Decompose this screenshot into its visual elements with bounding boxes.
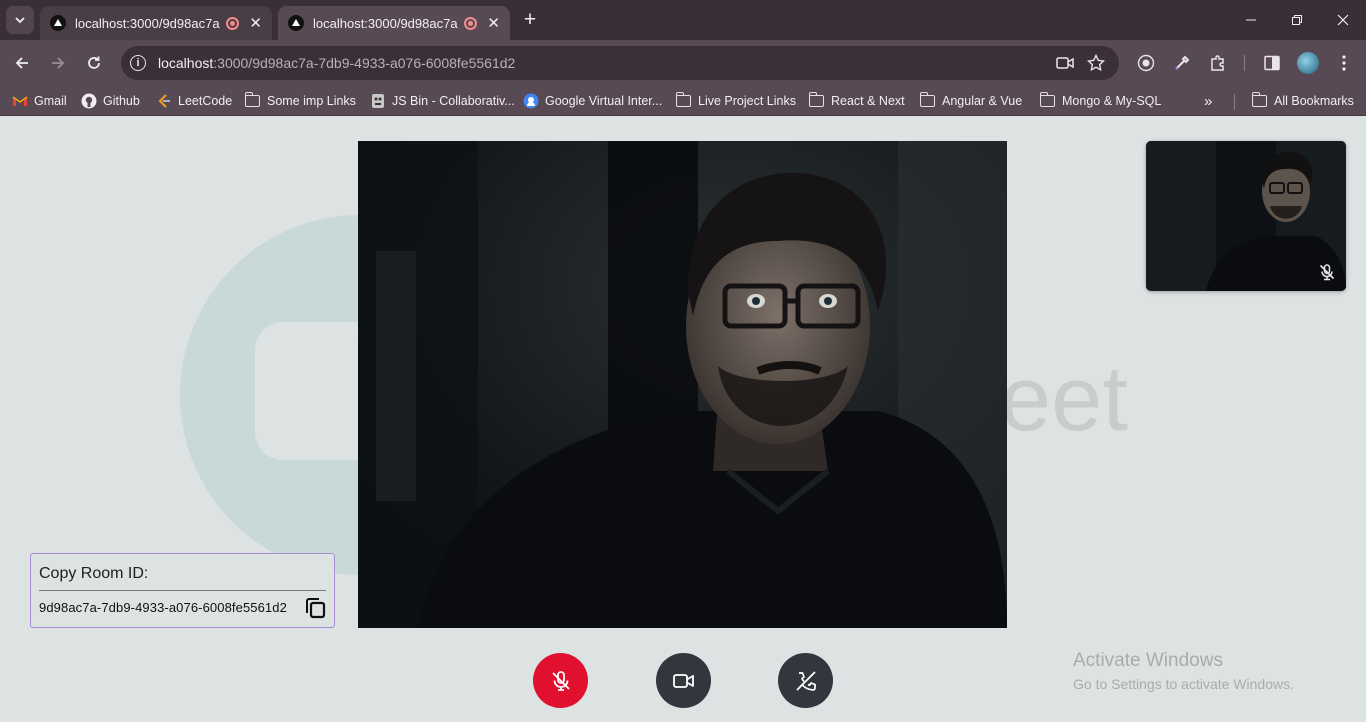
copy-icon[interactable] xyxy=(303,596,327,620)
bookmark-folder-live-project-links[interactable]: Live Project Links xyxy=(675,91,796,111)
bookmark-label: Angular & Vue xyxy=(942,94,1023,108)
new-tab-button[interactable]: + xyxy=(518,8,542,32)
recording-icon xyxy=(464,16,478,30)
bookmarks-bar: Gmail Github LeetCode Some imp Links JS … xyxy=(0,86,1366,116)
close-tab-icon[interactable]: ✕ xyxy=(487,14,500,32)
google-icon xyxy=(523,93,539,109)
camera-in-use-icon[interactable] xyxy=(1055,53,1075,73)
toggle-mic-button[interactable] xyxy=(533,653,588,708)
restore-icon xyxy=(1292,15,1302,25)
watermark-text: eet xyxy=(1000,348,1128,450)
side-panel-icon[interactable] xyxy=(1261,52,1283,74)
address-bar[interactable]: i localhost:3000/9d98ac7a-7db9-4933-a076… xyxy=(121,46,1119,80)
arrow-left-icon xyxy=(15,57,28,69)
tab-strip: localhost:3000/9d98ac7a-7d ✕ localhost:3… xyxy=(0,0,1366,40)
video-camera-icon xyxy=(672,673,694,688)
bookmark-leetcode[interactable]: LeetCode xyxy=(156,91,232,111)
meeting-page: eet Copy Room ID: 9d98ac7a-7db9-4933-a07… xyxy=(0,117,1366,722)
browser-toolbar: i localhost:3000/9d98ac7a-7db9-4933-a076… xyxy=(0,40,1366,86)
bookmark-github[interactable]: Github xyxy=(81,91,140,111)
url-text: localhost:3000/9d98ac7a-7db9-4933-a076-6… xyxy=(158,55,516,71)
browser-tab-2[interactable]: localhost:3000/9d98ac7a-7d ✕ xyxy=(278,6,510,40)
bookmark-label: All Bookmarks xyxy=(1274,94,1354,108)
bookmark-gmail[interactable]: Gmail xyxy=(12,91,67,111)
back-button[interactable] xyxy=(8,49,36,77)
eyedropper-extension-icon[interactable] xyxy=(1171,52,1193,74)
nextjs-favicon-icon xyxy=(288,15,304,31)
folder-icon xyxy=(675,92,691,107)
site-info-icon[interactable]: i xyxy=(130,55,146,71)
mic-off-icon xyxy=(551,670,570,691)
tab-title: localhost:3000/9d98ac7a-7d xyxy=(313,15,458,31)
all-bookmarks-button[interactable]: All Bookmarks xyxy=(1251,91,1354,111)
reload-icon xyxy=(88,56,100,69)
bookmark-label: Mongo & My-SQL xyxy=(1062,94,1162,108)
bookmark-label: React & Next xyxy=(831,94,905,108)
bookmark-folder-react-next[interactable]: React & Next xyxy=(808,91,905,111)
bookmark-label: Gmail xyxy=(34,94,67,108)
tab-title: localhost:3000/9d98ac7a-7d xyxy=(75,15,220,31)
profile-avatar-icon[interactable] xyxy=(1297,52,1319,74)
bookmarks-divider xyxy=(1234,94,1235,110)
folder-icon xyxy=(919,92,935,107)
self-video-thumbnail[interactable] xyxy=(1146,141,1346,291)
browser-tab-1[interactable]: localhost:3000/9d98ac7a-7d ✕ xyxy=(40,6,272,40)
restore-button[interactable] xyxy=(1274,0,1320,40)
chevron-down-icon xyxy=(15,17,25,24)
bookmark-label: Github xyxy=(103,94,140,108)
room-id-value: 9d98ac7a-7db9-4933-a076-6008fe5561d2 xyxy=(39,600,287,615)
phone-off-icon xyxy=(795,670,816,691)
end-call-button[interactable] xyxy=(778,653,833,708)
close-icon xyxy=(1337,14,1349,26)
bookmark-label: Some imp Links xyxy=(267,94,356,108)
main-video-feed xyxy=(358,141,1007,628)
nextjs-favicon-icon xyxy=(50,15,66,31)
recording-icon xyxy=(226,16,240,30)
leetcode-icon xyxy=(158,94,170,108)
github-icon xyxy=(81,93,97,109)
reload-button[interactable] xyxy=(80,49,108,77)
room-id-divider xyxy=(39,590,326,591)
bookmark-jsbin[interactable]: JS Bin - Collaborativ... xyxy=(370,91,515,111)
arrow-right-icon xyxy=(52,57,65,69)
activate-windows-title: Activate Windows xyxy=(1073,650,1223,671)
bookmark-folder-some-imp-links[interactable]: Some imp Links xyxy=(244,91,356,111)
folder-icon xyxy=(1251,92,1267,107)
bookmark-label: LeetCode xyxy=(178,94,233,108)
jsbin-icon xyxy=(372,94,384,108)
extensions-puzzle-icon[interactable] xyxy=(1207,52,1229,74)
room-id-label: Copy Room ID: xyxy=(39,565,149,582)
webcam-person-image xyxy=(358,141,1007,628)
activate-windows-overlay: Activate Windows Go to Settings to activ… xyxy=(1073,650,1294,692)
bookmarks-overflow-chevron-icon[interactable]: » xyxy=(1204,91,1212,111)
gmail-icon xyxy=(12,96,28,106)
folder-icon xyxy=(244,92,260,107)
bookmark-label: Google Virtual Inter... xyxy=(545,94,663,108)
bookmark-label: Live Project Links xyxy=(698,94,796,108)
room-id-panel: Copy Room ID: 9d98ac7a-7db9-4933-a076-60… xyxy=(30,553,335,628)
bookmark-label: JS Bin - Collaborativ... xyxy=(392,94,515,108)
bookmark-folder-angular-vue[interactable]: Angular & Vue xyxy=(919,91,1023,111)
tab-search-button[interactable] xyxy=(6,6,34,34)
bookmark-folder-mongo-mysql[interactable]: Mongo & My-SQL xyxy=(1039,91,1162,111)
folder-icon xyxy=(1039,92,1055,107)
folder-icon xyxy=(808,92,824,107)
bookmark-google-virtual[interactable]: Google Virtual Inter... xyxy=(523,91,662,111)
bookmark-star-icon[interactable] xyxy=(1086,53,1106,73)
minimize-icon xyxy=(1246,19,1256,21)
extension-record-icon[interactable] xyxy=(1135,52,1157,74)
close-tab-icon[interactable]: ✕ xyxy=(249,14,262,32)
toggle-camera-button[interactable] xyxy=(656,653,711,708)
close-window-button[interactable] xyxy=(1320,0,1366,40)
activate-windows-subtitle: Go to Settings to activate Windows. xyxy=(1073,676,1294,692)
menu-kebab-icon[interactable] xyxy=(1333,52,1355,74)
mic-off-icon xyxy=(1316,261,1338,283)
minimize-button[interactable] xyxy=(1228,0,1274,40)
toolbar-divider xyxy=(1244,55,1245,71)
forward-button[interactable] xyxy=(44,49,72,77)
